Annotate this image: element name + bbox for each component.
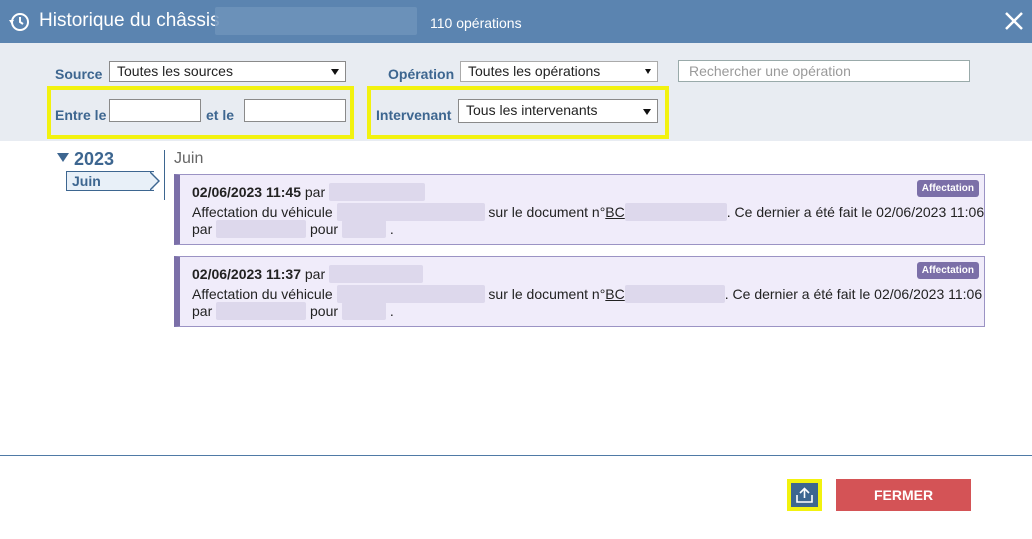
intervenant-label: Intervenant	[376, 107, 452, 123]
date-to-label: et le	[206, 107, 235, 123]
description-part: . Ce dernier a été fait le 02/06/2023 11…	[724, 286, 983, 302]
description-part: sur le document n°	[488, 204, 606, 220]
redacted-document	[624, 203, 727, 221]
intervenant-select[interactable]: Tous les intervenants	[458, 99, 658, 123]
footer-divider	[0, 455, 1032, 456]
redacted-client	[341, 220, 386, 238]
description-part: . Ce dernier a été fait le 02/06/2023 11…	[726, 204, 985, 220]
description-part: .	[389, 303, 394, 319]
description-part: par	[192, 303, 213, 319]
redacted-user	[329, 265, 424, 283]
operation-by: par	[304, 266, 326, 282]
description-part: .	[389, 221, 394, 237]
operation-description: Affectation du véhicule sur le document …	[192, 285, 982, 303]
status-badge: Affectation	[916, 262, 979, 279]
operation-select[interactable]: Toutes les opérations	[460, 61, 658, 82]
description-part: pour	[310, 221, 339, 237]
filter-panel: Source Toutes les sources Opération Tout…	[0, 43, 1032, 141]
collapse-year-icon[interactable]	[57, 153, 69, 162]
title-bar: Historique du châssis 110 opérations	[0, 0, 1032, 43]
search-placeholder: Rechercher une opération	[689, 63, 851, 79]
operation-label: Opération	[388, 66, 455, 82]
operation-by: par	[304, 184, 326, 200]
export-icon	[796, 487, 813, 503]
close-button[interactable]: FERMER	[836, 479, 971, 511]
document-link[interactable]: BC	[605, 286, 624, 302]
redacted-vehicle	[336, 203, 485, 221]
operation-header: 02/06/2023 11:45 par	[192, 183, 426, 201]
status-badge: Affectation	[916, 180, 979, 197]
redacted-document	[624, 285, 725, 303]
date-from-label: Entre le	[55, 107, 107, 123]
description-part: Affectation du véhicule	[192, 204, 333, 220]
document-link[interactable]: BC	[605, 204, 624, 220]
operation-card: 02/06/2023 11:45 par Affectation Affecta…	[174, 174, 985, 245]
redacted-user	[216, 220, 307, 238]
operation-description-continued: par pour .	[192, 302, 394, 320]
operation-card: 02/06/2023 11:37 par Affectation Affecta…	[174, 256, 985, 327]
chevron-down-icon	[643, 109, 651, 115]
source-select[interactable]: Toutes les sources	[109, 61, 346, 82]
operation-select-value: Toutes les opérations	[468, 63, 601, 79]
description-part: Affectation du véhicule	[192, 286, 333, 302]
date-from-input[interactable]	[109, 99, 201, 122]
chevron-down-icon	[331, 69, 339, 75]
operations-count: 110 opérations	[430, 15, 522, 31]
redacted-vehicle	[336, 285, 485, 303]
close-button-label: FERMER	[873, 487, 934, 503]
search-input[interactable]: Rechercher une opération	[678, 60, 970, 82]
intervenant-select-value: Tous les intervenants	[466, 102, 598, 118]
month-tab-pointer-fill	[149, 172, 158, 190]
operation-datetime: 02/06/2023 11:45	[192, 184, 301, 200]
source-select-value: Toutes les sources	[117, 63, 233, 79]
description-part: pour	[310, 303, 339, 319]
export-button[interactable]	[787, 479, 822, 511]
redacted-user	[216, 302, 307, 320]
operation-datetime: 02/06/2023 11:37	[192, 266, 301, 282]
history-icon	[9, 13, 29, 31]
operation-description-continued: par pour .	[192, 220, 394, 238]
source-label: Source	[55, 66, 103, 82]
month-heading: Juin	[174, 150, 204, 167]
month-tab-label: Juin	[72, 173, 101, 189]
description-part: par	[192, 221, 213, 237]
close-icon[interactable]	[1003, 10, 1025, 32]
month-tab-juin[interactable]: Juin	[66, 171, 154, 191]
operation-header: 02/06/2023 11:37 par	[192, 265, 424, 283]
date-to-input[interactable]	[244, 99, 346, 122]
year-heading[interactable]: 2023	[74, 149, 114, 170]
redacted-user	[329, 183, 426, 201]
operation-description: Affectation du véhicule sur le document …	[192, 203, 984, 221]
dialog-title: Historique du châssis	[39, 10, 220, 31]
redacted-chassis-id	[215, 7, 417, 35]
timeline-divider	[164, 150, 165, 200]
description-part: sur le document n°	[488, 286, 606, 302]
redacted-client	[341, 302, 386, 320]
chevron-down-icon	[645, 69, 651, 74]
